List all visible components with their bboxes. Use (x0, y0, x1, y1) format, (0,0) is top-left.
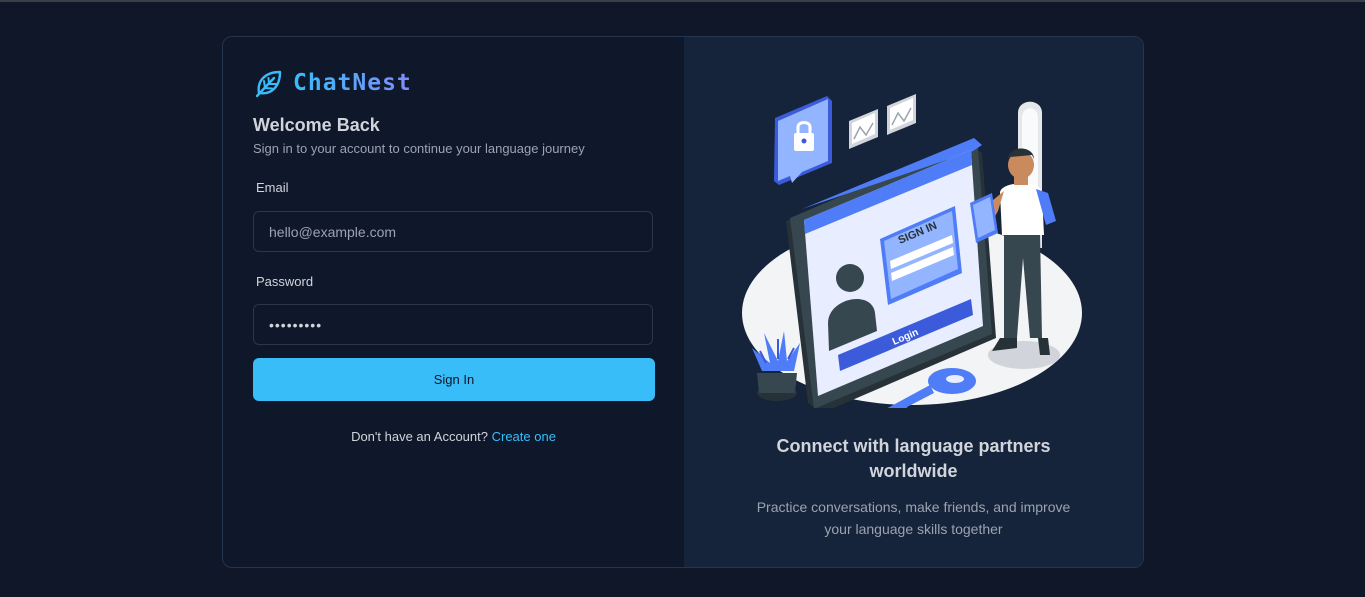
signup-prompt: Don't have an Account? Create one (223, 429, 684, 444)
sign-in-button[interactable]: Sign In (253, 358, 655, 401)
page-title: Welcome Back (253, 115, 380, 135)
login-card: ChatNest Welcome Back Sign in to your ac… (222, 36, 1144, 568)
promo-title-text: Connect with language partners worldwide (776, 436, 1051, 481)
promo-subtitle-text: Practice conversations, make friends, an… (756, 499, 1071, 537)
lock-icon (774, 96, 832, 185)
page-subtitle: Sign in to your account to continue your… (253, 141, 585, 156)
login-illustration: SIGN IN Login (742, 94, 1082, 408)
create-account-link[interactable]: Create one (492, 429, 556, 444)
promo-title: Connect with language partners worldwide (684, 434, 1143, 484)
email-label: Email (256, 180, 289, 195)
password-field[interactable]: ••••••••• (253, 304, 653, 345)
email-field[interactable]: hello@example.com (253, 211, 653, 252)
promo-panel: SIGN IN Login Connect with language part… (684, 37, 1143, 567)
brand-name: ChatNest (293, 70, 412, 96)
picture-frames (849, 94, 916, 149)
leaf-icon (255, 70, 282, 98)
signup-text: Don't have an Account? (351, 429, 488, 444)
login-panel: ChatNest Welcome Back Sign in to your ac… (223, 37, 684, 567)
password-label: Password (256, 274, 314, 289)
brand-logo: ChatNest (253, 67, 412, 99)
promo-subtitle: Practice conversations, make friends, an… (684, 496, 1143, 540)
window-top-border (0, 0, 1365, 2)
